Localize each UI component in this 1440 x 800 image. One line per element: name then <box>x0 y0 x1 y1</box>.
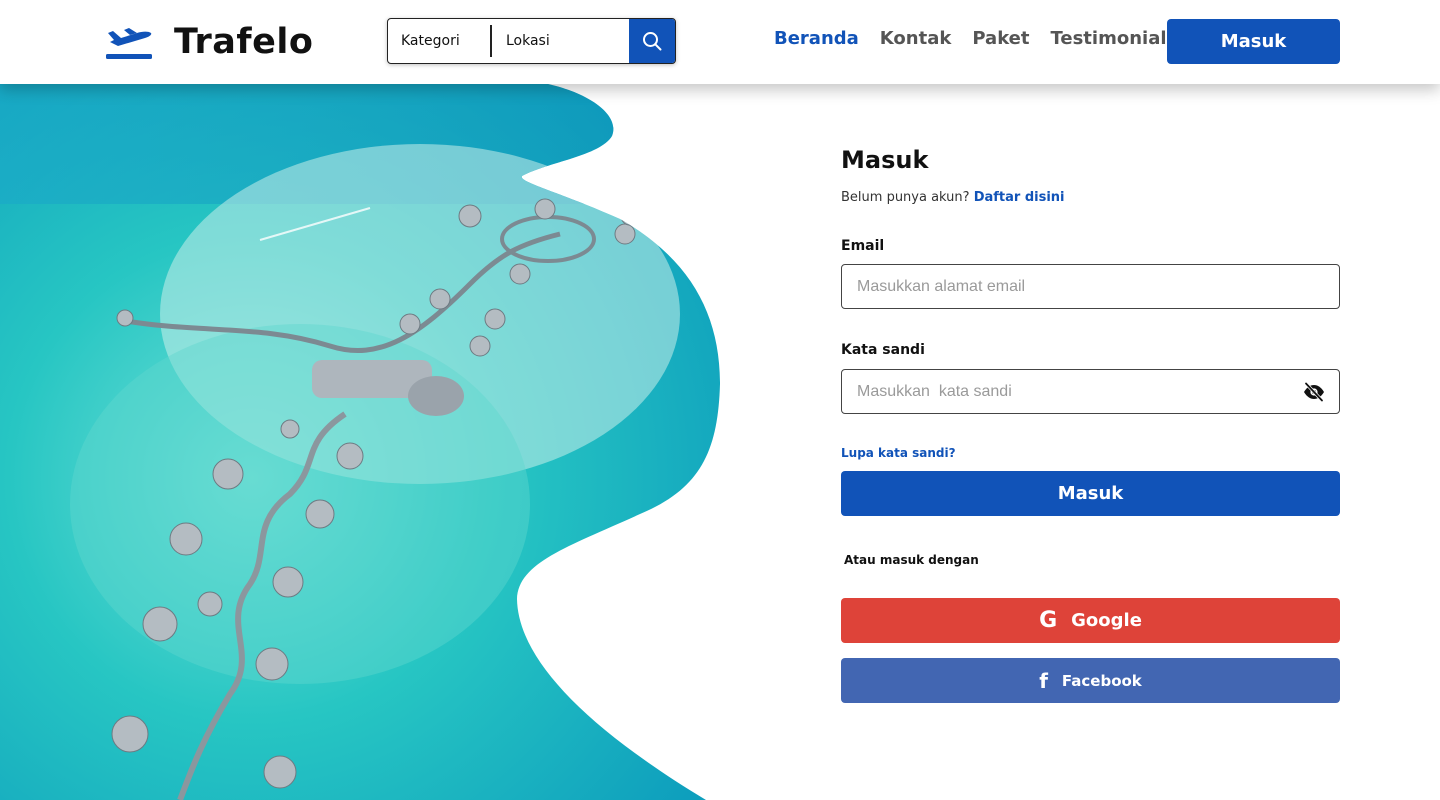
airplane-icon <box>104 24 154 60</box>
nav-kontak[interactable]: Kontak <box>880 28 952 49</box>
nav-testimonial[interactable]: Testimonial <box>1051 28 1167 49</box>
hero-image <box>0 84 720 800</box>
location-input[interactable]: Lokasi <box>492 19 629 63</box>
google-label: Google <box>1071 610 1142 631</box>
search-bar: Kategori Lokasi <box>387 18 676 64</box>
email-field-wrapper <box>841 264 1340 309</box>
register-prompt-text: Belum punya akun? <box>841 190 970 205</box>
email-label: Email <box>841 238 885 254</box>
nav-beranda[interactable]: Beranda <box>774 28 859 49</box>
form-title: Masuk <box>841 146 929 174</box>
email-field[interactable] <box>842 265 1339 308</box>
main-nav: Beranda Kontak Paket Testimonial <box>774 28 1167 49</box>
search-button[interactable] <box>629 19 675 63</box>
facebook-login-button[interactable]: f Facebook <box>841 658 1340 703</box>
login-page: Trafelo Kategori Lokasi Beranda Kontak P… <box>0 0 1440 800</box>
google-icon: G <box>1039 607 1058 633</box>
register-prompt: Belum punya akun? Daftar disini <box>841 190 1065 205</box>
login-submit-button[interactable]: Masuk <box>841 471 1340 516</box>
brand-name: Trafelo <box>174 22 314 62</box>
alternative-login-label: Atau masuk dengan <box>844 553 979 567</box>
password-field[interactable] <box>842 370 1339 413</box>
password-label: Kata sandi <box>841 342 925 358</box>
search-icon <box>643 32 662 51</box>
facebook-label: Facebook <box>1061 671 1142 690</box>
top-navbar: Trafelo Kategori Lokasi Beranda Kontak P… <box>0 0 1440 84</box>
facebook-icon: f <box>1039 668 1048 693</box>
category-select[interactable]: Kategori <box>388 25 492 57</box>
nav-paket[interactable]: Paket <box>972 28 1029 49</box>
brand-logo[interactable]: Trafelo <box>104 20 313 64</box>
forgot-password-link[interactable]: Lupa kata sandi? <box>841 446 956 460</box>
eye-off-icon[interactable] <box>1303 382 1325 402</box>
header-login-button[interactable]: Masuk <box>1167 19 1340 64</box>
password-field-wrapper <box>841 369 1340 414</box>
register-link[interactable]: Daftar disini <box>974 190 1065 205</box>
google-login-button[interactable]: G Google <box>841 598 1340 643</box>
